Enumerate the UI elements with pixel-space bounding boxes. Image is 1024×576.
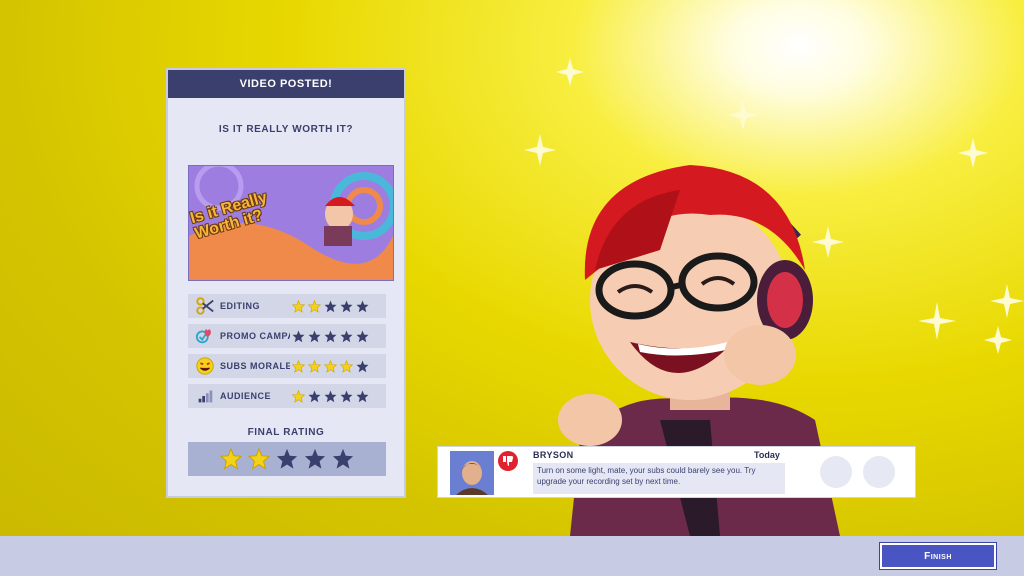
star-empty-icon — [308, 390, 321, 402]
scissors-icon — [196, 297, 214, 315]
video-result-card: VIDEO POSTED! IS IT REALLY WORTH IT? Is … — [166, 68, 406, 498]
star-filled-icon — [292, 389, 305, 403]
stat-label: PROMO CAMPAIGN — [220, 331, 290, 341]
stat-row: SUBS MORALE — [188, 354, 386, 378]
star-empty-icon — [308, 330, 321, 342]
stat-label: AUDIENCE — [220, 391, 272, 401]
stat-icon — [194, 325, 216, 347]
sparkle-icon — [918, 302, 956, 340]
star-empty-icon — [304, 448, 326, 469]
finish-button[interactable]: Finish — [879, 542, 997, 570]
final-rating-label: FINAL RATING — [247, 427, 325, 438]
final-rating-stars — [220, 448, 354, 470]
stat-stars — [292, 359, 369, 373]
stat-label: SUBS MORALE — [220, 361, 290, 371]
empty-slot-icon — [863, 456, 895, 488]
star-filled-icon — [324, 359, 337, 373]
stat-row: EDITING — [188, 294, 386, 318]
star-empty-icon — [332, 448, 354, 469]
star-empty-icon — [356, 360, 369, 372]
sparkle-icon — [556, 58, 584, 86]
final-rating-box — [188, 442, 386, 476]
empty-slot-icon — [820, 456, 852, 488]
viewer-comment: BRYSON Today Turn on some light, mate, y… — [437, 446, 916, 498]
thumbs-down-icon — [498, 451, 518, 471]
promo-icon — [195, 329, 211, 344]
star-filled-icon — [220, 448, 242, 470]
stat-stars — [292, 330, 369, 343]
video-title: IS IT REALLY WORTH IT? — [218, 124, 354, 135]
star-empty-icon — [324, 330, 337, 342]
star-empty-icon — [340, 390, 353, 402]
sparkle-icon — [984, 326, 1012, 354]
stat-row: AUDIENCE — [188, 384, 386, 408]
video-thumbnail: Is it Really Worth it? — [188, 165, 394, 281]
star-filled-icon — [308, 299, 321, 313]
comment-text: Turn on some light, mate, your subs coul… — [533, 463, 785, 494]
star-filled-icon — [248, 448, 270, 470]
star-empty-icon — [356, 330, 369, 342]
star-empty-icon — [324, 300, 337, 312]
sparkle-icon — [958, 138, 988, 168]
commenter-name: BRYSON — [533, 450, 574, 460]
star-empty-icon — [340, 330, 353, 342]
avatar — [450, 451, 494, 495]
signal-bars-icon — [198, 390, 213, 403]
stat-icon — [194, 355, 216, 377]
star-filled-icon — [340, 359, 353, 373]
stat-stars — [292, 389, 369, 403]
stat-icon — [194, 295, 216, 317]
star-empty-icon — [340, 300, 353, 312]
star-filled-icon — [292, 359, 305, 373]
card-header: VIDEO POSTED! — [168, 70, 404, 98]
star-filled-icon — [292, 299, 305, 313]
comment-time: Today — [754, 450, 780, 460]
star-empty-icon — [356, 300, 369, 312]
star-empty-icon — [324, 390, 337, 402]
stat-row: PROMO CAMPAIGN — [188, 324, 386, 348]
star-empty-icon — [356, 390, 369, 402]
stat-label: EDITING — [220, 301, 261, 311]
smiley-icon — [196, 357, 214, 375]
bottom-bar — [0, 536, 1024, 576]
stat-stars — [292, 299, 369, 313]
star-filled-icon — [308, 359, 321, 373]
sparkle-icon — [990, 284, 1024, 318]
star-empty-icon — [292, 330, 305, 342]
star-empty-icon — [276, 448, 298, 469]
stat-icon — [194, 385, 216, 407]
